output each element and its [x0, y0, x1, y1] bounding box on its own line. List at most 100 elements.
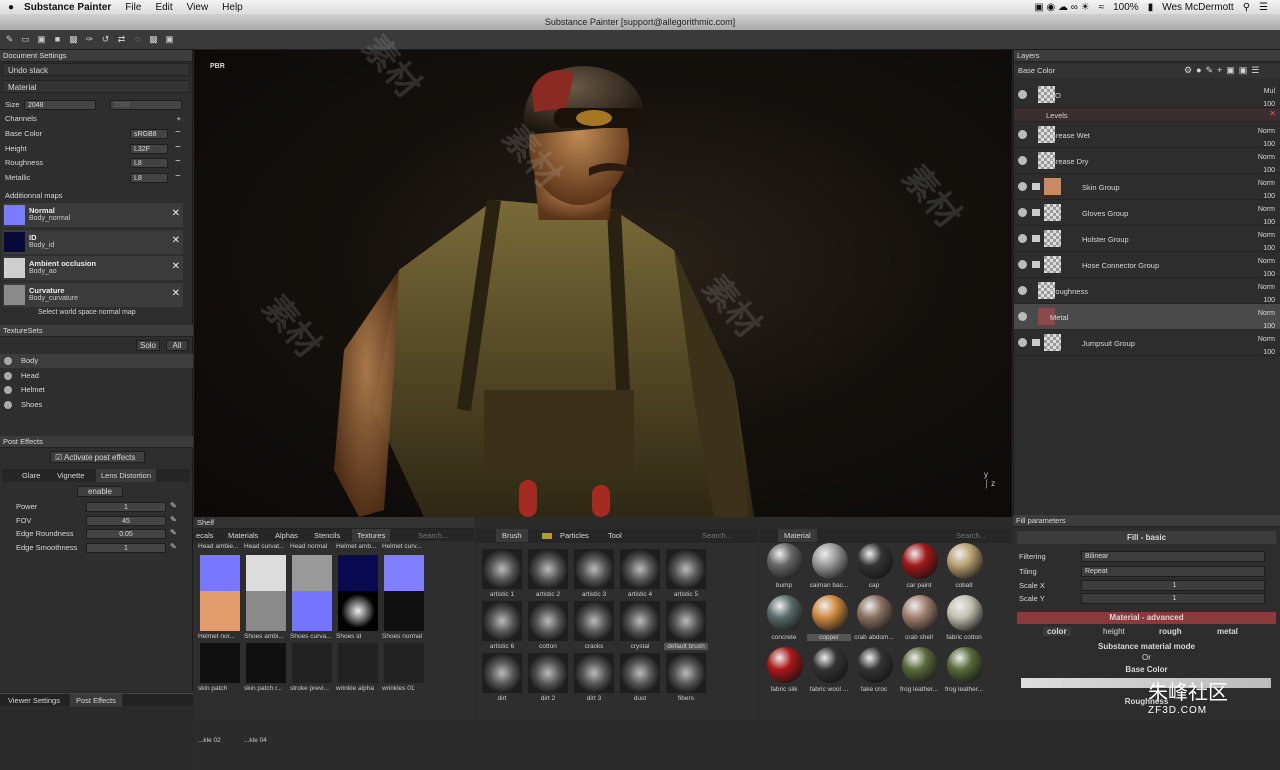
- visibility-icon[interactable]: [1018, 234, 1027, 243]
- material-sphere[interactable]: [767, 543, 803, 579]
- tab-viewer-settings[interactable]: Viewer Settings: [8, 694, 60, 707]
- blend-mode[interactable]: Norm: [1258, 307, 1275, 320]
- shelf-texture-thumbnail[interactable]: [384, 591, 424, 631]
- visibility-icon[interactable]: [1018, 286, 1027, 295]
- size-select-2[interactable]: 2048: [110, 100, 182, 110]
- shelf-texture-thumbnail[interactable]: [246, 555, 286, 595]
- brush-thumbnail[interactable]: [482, 549, 522, 589]
- layer-row[interactable]: Gloves Group Norm 100: [1014, 200, 1280, 226]
- shelf-texture-thumbnail[interactable]: [200, 643, 240, 683]
- shelf-texture-thumbnail[interactable]: [338, 555, 378, 595]
- all-button[interactable]: All: [166, 340, 188, 351]
- material-sphere[interactable]: [947, 595, 983, 631]
- material-sphere[interactable]: [947, 543, 983, 579]
- brush-thumbnail[interactable]: [620, 653, 660, 693]
- pe-param-input[interactable]: 1: [86, 502, 166, 512]
- brush-thumbnail[interactable]: [666, 601, 706, 641]
- brush-thumbnail[interactable]: [528, 549, 568, 589]
- blend-mode[interactable]: Norm: [1258, 281, 1275, 294]
- material-sphere[interactable]: [947, 647, 983, 683]
- shelf-texture-thumbnail[interactable]: [200, 555, 240, 595]
- blend-mode[interactable]: Norm: [1258, 203, 1275, 216]
- menu-help[interactable]: Help: [222, 2, 243, 13]
- brush-search[interactable]: Search...: [702, 529, 732, 542]
- folder-icon[interactable]: [1032, 235, 1040, 242]
- shelf-texture-thumbnail[interactable]: [338, 591, 378, 631]
- channel-format-select[interactable]: L32F: [130, 143, 168, 154]
- edit-icon[interactable]: ✎: [170, 542, 177, 551]
- material-section[interactable]: Material: [2, 80, 190, 93]
- material-sphere[interactable]: [812, 543, 848, 579]
- brush-thumbnail[interactable]: [574, 601, 614, 641]
- material-sphere[interactable]: [857, 647, 893, 683]
- additional-map-item[interactable]: ID Body_id ✕: [3, 229, 183, 254]
- menu-file[interactable]: File: [125, 2, 141, 13]
- tab-tool[interactable]: Tool: [608, 529, 622, 542]
- visibility-icon[interactable]: [1018, 338, 1027, 347]
- remove-channel-icon[interactable]: −: [175, 142, 181, 153]
- brush-thumbnail[interactable]: [574, 653, 614, 693]
- blend-mode[interactable]: Norm: [1258, 229, 1275, 242]
- material-sphere[interactable]: [902, 595, 938, 631]
- close-icon[interactable]: ✕: [172, 261, 180, 272]
- layer-row[interactable]: Grease Wet Norm 100: [1014, 122, 1280, 148]
- layer-row[interactable]: Levels ✕: [1014, 108, 1280, 122]
- shelf-texture-thumbnail[interactable]: [338, 643, 378, 683]
- visibility-icon[interactable]: [1018, 260, 1027, 269]
- blend-mode[interactable]: Norm: [1258, 177, 1275, 190]
- search-icon[interactable]: ⚲: [1243, 2, 1250, 13]
- layer-blend[interactable]: Norm 100: [1258, 333, 1275, 359]
- activate-post-effects[interactable]: ☑ Activate post effects: [50, 451, 145, 463]
- geometry-icon[interactable]: ■: [52, 34, 63, 45]
- projection-icon[interactable]: ▣: [36, 34, 47, 45]
- opacity-value[interactable]: 100: [1258, 346, 1275, 359]
- tiling-select[interactable]: Repeat: [1081, 566, 1265, 577]
- shelf-texture-thumbnail[interactable]: [246, 591, 286, 631]
- edit-icon[interactable]: ✎: [170, 515, 177, 524]
- tab-textures[interactable]: Textures: [352, 529, 391, 542]
- additional-map-item[interactable]: Normal Body_normal ✕: [3, 203, 183, 227]
- shelf-search[interactable]: Search...: [418, 529, 448, 542]
- channel-rough[interactable]: rough: [1159, 627, 1182, 636]
- close-icon[interactable]: ✕: [172, 288, 180, 299]
- layer-row[interactable]: Roughness Norm 100: [1014, 278, 1280, 304]
- tab-vignette[interactable]: Vignette: [57, 469, 84, 482]
- additional-map-item[interactable]: Ambient occlusion Body_ao ✕: [3, 256, 183, 280]
- material-advanced-section[interactable]: Material - advanced: [1017, 612, 1276, 624]
- undo-stack-section[interactable]: Undo stack: [2, 63, 190, 76]
- view-icon[interactable]: ▩: [148, 34, 159, 45]
- layer-tool-icons[interactable]: ⚙●✎+▣▣☰: [1184, 65, 1263, 76]
- visibility-icon[interactable]: [1018, 90, 1027, 99]
- visibility-icon[interactable]: [1018, 156, 1027, 165]
- symmetry-icon[interactable]: ⇄: [116, 34, 127, 45]
- user-name[interactable]: Wes McDermott: [1162, 2, 1234, 13]
- add-channel-icon[interactable]: +: [177, 113, 181, 125]
- layer-row[interactable]: Skin Group Norm 100: [1014, 174, 1280, 200]
- camera-icon[interactable]: ◌: [132, 34, 143, 45]
- tab-decals[interactable]: ecals: [196, 529, 214, 542]
- material-sphere[interactable]: [767, 647, 803, 683]
- 3d-viewport[interactable]: PBR y ⌠ z: [194, 50, 1012, 517]
- paint-icon[interactable]: ✎: [4, 34, 15, 45]
- shelf-texture-thumbnail[interactable]: [292, 591, 332, 631]
- pe-param-input[interactable]: 0.05: [86, 529, 166, 539]
- tab-materials[interactable]: Materials: [228, 529, 258, 542]
- visibility-icon[interactable]: [1018, 208, 1027, 217]
- channel-metal[interactable]: metal: [1217, 627, 1238, 636]
- tab-glare[interactable]: Glare: [22, 469, 40, 482]
- brush-thumbnail[interactable]: [666, 653, 706, 693]
- size-select[interactable]: 2048: [24, 100, 96, 110]
- channel-select[interactable]: Base Color: [1018, 66, 1055, 75]
- pe-param-input[interactable]: 45: [86, 515, 166, 526]
- pe-param-input[interactable]: 1: [86, 542, 166, 553]
- clone-icon[interactable]: ↺: [100, 34, 111, 45]
- textureset-item[interactable]: Body: [0, 354, 193, 368]
- brush-thumbnail[interactable]: [620, 601, 660, 641]
- material-sphere[interactable]: [767, 595, 803, 631]
- edit-icon[interactable]: ✎: [170, 501, 177, 510]
- brush-thumbnail[interactable]: [528, 653, 568, 693]
- folder-icon[interactable]: [1032, 183, 1040, 190]
- menu-view[interactable]: View: [187, 2, 209, 13]
- smudge-icon[interactable]: ▩: [68, 34, 79, 45]
- visibility-icon[interactable]: [4, 371, 12, 380]
